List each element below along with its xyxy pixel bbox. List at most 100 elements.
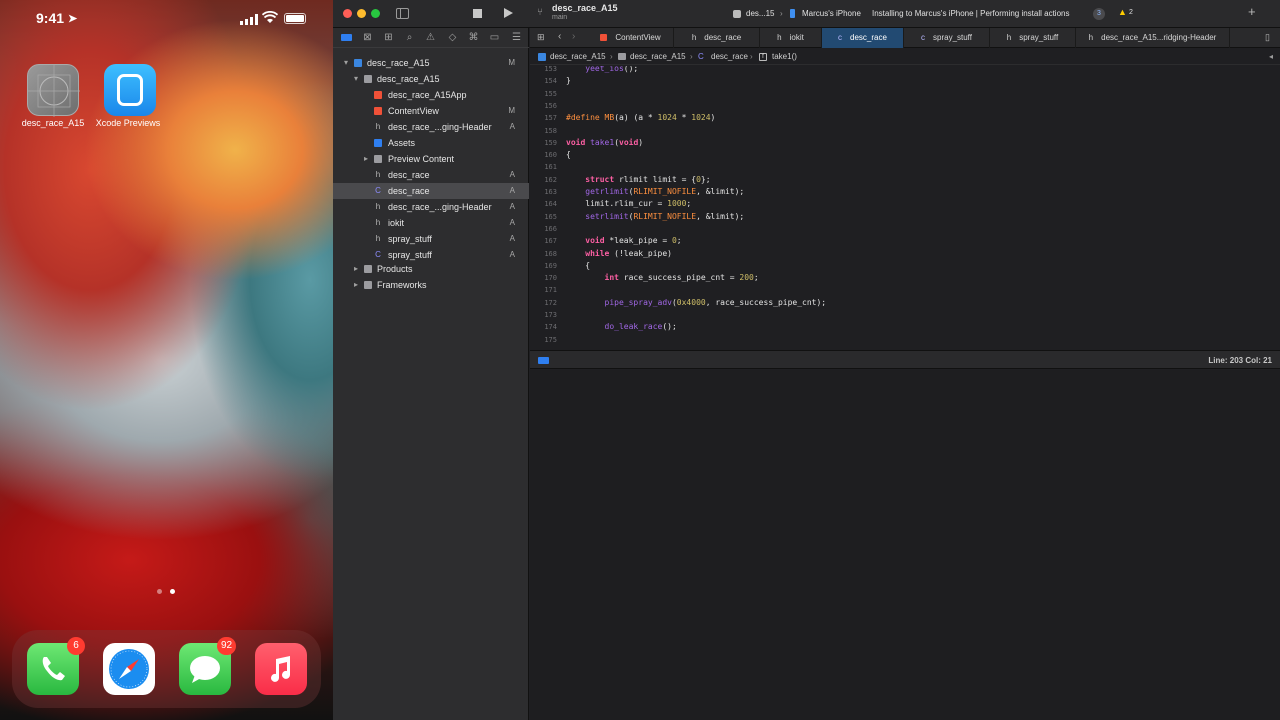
- status-time: 9:41: [36, 10, 65, 26]
- navigator-selector-bar: ⊠ ⊞ ⌕ ⚠ ◇ ⌘ ▭ ☰: [333, 28, 529, 48]
- minimize-window-button[interactable]: [357, 9, 366, 18]
- run-button[interactable]: [504, 8, 513, 18]
- code-text: void *leak_pipe = 0;: [585, 236, 682, 246]
- code-text: }: [566, 76, 571, 86]
- warning-icon[interactable]: ▲: [1118, 7, 1127, 17]
- close-window-button[interactable]: [343, 9, 352, 18]
- sidebar-file-item[interactable]: h desc_race_...ging-Header A: [333, 119, 529, 135]
- tree-group-frameworks[interactable]: ▸ Frameworks: [333, 277, 529, 293]
- activity-view[interactable]: des...15 › Marcus's iPhone Installing to…: [728, 5, 1123, 23]
- jumpbar-symbol[interactable]: take1(): [772, 49, 797, 65]
- editor-tab[interactable]: h desc_race: [674, 28, 760, 48]
- editor-tab[interactable]: h iokit: [760, 28, 822, 48]
- activity-count-badge[interactable]: 3: [1093, 8, 1105, 20]
- line-number: 167: [544, 237, 557, 246]
- back-icon[interactable]: ‹: [558, 31, 561, 42]
- safari-app-icon[interactable]: [103, 643, 155, 695]
- sidebar-file-item[interactable]: h desc_race_...ging-Header A: [333, 199, 529, 215]
- sidebar-file-item[interactable]: Assets: [333, 135, 529, 151]
- debug-navigator-icon[interactable]: ⌘: [468, 32, 479, 43]
- sidebar-file-item[interactable]: Cdesc_race A: [333, 183, 529, 199]
- jumpbar-group[interactable]: desc_race_A15: [630, 49, 686, 65]
- desc-race-app-icon[interactable]: [27, 64, 80, 117]
- editor-tab[interactable]: h desc_race_A15...ridging-Header: [1076, 28, 1230, 48]
- related-items-icon[interactable]: ◂: [1269, 49, 1273, 65]
- tree-group-products[interactable]: ▸ Products: [333, 261, 529, 277]
- c-file-icon: C: [375, 186, 381, 195]
- line-number: 172: [544, 298, 557, 307]
- forward-icon[interactable]: ›: [572, 31, 575, 42]
- sidebar-file-item[interactable]: h iokit A: [333, 215, 529, 231]
- folder-navigator-icon[interactable]: [341, 34, 352, 41]
- branch-icon: ⑂: [537, 7, 543, 18]
- tree-group-desc-race-a15[interactable]: ▾ desc_race_A15: [333, 71, 529, 87]
- code-text: yeet_ios();: [585, 66, 639, 73]
- toggle-navigator-icon[interactable]: [396, 8, 409, 19]
- jump-bar: desc_race_A15 › desc_race_A15 › C desc_r…: [530, 49, 1280, 65]
- device-selector[interactable]: Marcus's iPhone: [802, 5, 861, 23]
- sidebar-file-label: desc_race_A15App: [388, 90, 467, 100]
- folder-icon: [374, 155, 382, 163]
- code-text: {: [566, 260, 591, 270]
- sidebar-file-item[interactable]: ContentView M: [333, 103, 529, 119]
- source-editor[interactable]: 153 yeet_ios(); 154} 155 156 157 #define MB(a…: [530, 66, 1280, 349]
- xcode-previews-app-icon[interactable]: [104, 64, 156, 116]
- header-file-icon: h: [375, 170, 381, 179]
- disclosure-closed-icon[interactable]: ▸: [354, 261, 358, 277]
- add-tab-icon[interactable]: +: [1248, 4, 1256, 19]
- page-indicator[interactable]: [157, 589, 177, 595]
- editor-grid-icon[interactable]: ⊞: [537, 32, 545, 43]
- test-navigator-icon[interactable]: ◇: [447, 32, 458, 43]
- sidebar-file-label: desc_race_...ging-Header: [388, 202, 492, 212]
- music-app-icon[interactable]: [255, 643, 307, 695]
- split-editor-icon[interactable]: ▯: [1265, 32, 1270, 43]
- disclosure-closed-icon[interactable]: ▸: [354, 277, 358, 293]
- sidebar-file-item[interactable]: desc_race_A15App: [333, 87, 529, 103]
- tree-project-root[interactable]: ▾ desc_race_A15 M: [333, 55, 529, 71]
- sidebar-file-item[interactable]: h desc_race A: [333, 167, 529, 183]
- sidebar-file-label: spray_stuff: [388, 234, 432, 244]
- editor-tab[interactable]: ContentView: [588, 28, 674, 48]
- line-number: 158: [544, 126, 557, 135]
- jumpbar-file[interactable]: desc_race: [711, 49, 748, 65]
- header-file-icon: h: [375, 202, 381, 211]
- header-file-icon: h: [375, 234, 381, 243]
- c-file-icon: c: [838, 33, 843, 42]
- line-number: 174: [544, 323, 557, 332]
- disclosure-open-icon[interactable]: ▾: [354, 71, 358, 87]
- disclosure-open-icon[interactable]: ▾: [344, 55, 348, 71]
- folder-icon: [618, 53, 626, 60]
- code-text: limit.rlim_cur = 1000;: [566, 199, 692, 209]
- editor-tab-label: ContentView: [615, 33, 661, 42]
- disclosure-closed-icon[interactable]: ▸: [364, 151, 368, 167]
- folder-icon: [364, 281, 372, 289]
- jumpbar-project[interactable]: desc_race_A15: [550, 49, 606, 65]
- swift-icon: [600, 34, 608, 42]
- editor-tab[interactable]: c desc_race: [822, 28, 904, 48]
- chevron-right-icon: ›: [690, 52, 693, 61]
- sidebar-file-item[interactable]: ▸ Preview Content: [333, 151, 529, 167]
- source-control-status: A: [509, 186, 515, 195]
- editor-tab[interactable]: h spray_stuff: [990, 28, 1076, 48]
- source-control-status: A: [509, 122, 515, 131]
- chevron-right-icon: ›: [780, 9, 783, 18]
- editor-tab-label: spray_stuff: [1019, 33, 1059, 42]
- debug-console[interactable]: [530, 370, 1280, 720]
- code-text: int race_success_pipe_cnt = 200;: [604, 273, 759, 283]
- sidebar-file-label: desc_race_...ging-Header: [388, 122, 492, 132]
- report-navigator-icon[interactable]: ☰: [511, 32, 522, 43]
- line-number: 153: [544, 66, 557, 73]
- breakpoint-navigator-icon[interactable]: ▭: [489, 32, 500, 43]
- editor-tab-label: desc_race_A15...ridging-Header: [1101, 33, 1217, 42]
- zoom-window-button[interactable]: [371, 9, 380, 18]
- editor-tab[interactable]: c spray_stuff: [904, 28, 990, 48]
- source-control-icon[interactable]: ⊠: [362, 32, 373, 43]
- search-icon[interactable]: ⌕: [404, 32, 415, 43]
- sidebar-file-item[interactable]: h spray_stuff A: [333, 231, 529, 247]
- hide-debug-area-button[interactable]: [538, 357, 549, 364]
- stop-button[interactable]: [473, 9, 482, 18]
- issue-navigator-icon[interactable]: ⚠: [425, 32, 436, 43]
- desc-race-app-label: desc_race_A15: [21, 118, 85, 128]
- scheme-selector[interactable]: des...15: [746, 5, 774, 23]
- symbol-navigator-icon[interactable]: ⊞: [383, 32, 394, 43]
